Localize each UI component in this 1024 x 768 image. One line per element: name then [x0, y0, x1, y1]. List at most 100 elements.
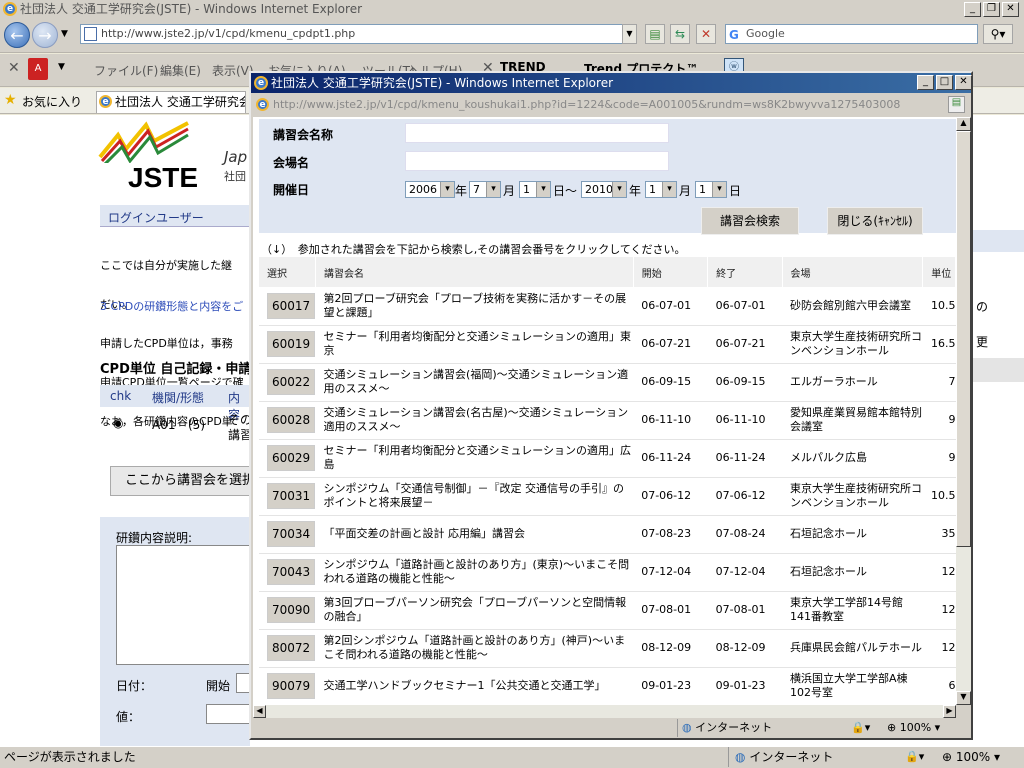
popup-security-icon[interactable]: 🔒▾	[851, 719, 870, 737]
search-input[interactable]: G Google	[725, 24, 978, 44]
menu-file[interactable]: ファイル(F)	[94, 62, 158, 79]
from-year-select[interactable]: 2006	[405, 181, 455, 198]
to-year-select[interactable]: 2010	[581, 181, 627, 198]
to-day-select[interactable]: 1	[695, 181, 727, 198]
course-name-input[interactable]	[405, 123, 669, 143]
course-code-button[interactable]: 70031	[267, 483, 316, 509]
search-button[interactable]: ⚲▾	[983, 24, 1013, 44]
venue-cell: 石垣記念ホール	[782, 515, 923, 554]
from-day-select[interactable]: 1	[519, 181, 551, 198]
row-radio[interactable]: ◉	[113, 416, 123, 430]
units-cell: 9	[948, 451, 956, 464]
course-name-cell: 「平面交差の計画と設計 応用編」講習会	[323, 527, 525, 540]
course-code-button[interactable]: 70034	[267, 521, 316, 547]
to-month-select[interactable]: 1	[645, 181, 677, 198]
address-dropdown-icon[interactable]: ▼	[622, 24, 637, 44]
close-cancel-button[interactable]: 閉じる(ｷｬﾝｾﾙ)	[827, 207, 923, 235]
course-code-button[interactable]: 60019	[267, 331, 316, 357]
popup-vertical-scrollbar[interactable]: ▲ ▼	[956, 117, 971, 705]
course-code-button[interactable]: 90079	[267, 673, 316, 699]
refresh-icon[interactable]: ⇆	[670, 24, 690, 44]
year-unit: 年	[455, 184, 468, 198]
stop-icon[interactable]: ✕	[696, 24, 716, 44]
popup-address-icon: e	[256, 98, 269, 111]
month-unit: 月	[679, 184, 692, 198]
course-code-button[interactable]: 60022	[267, 369, 316, 395]
favorites-star-icon[interactable]: ★	[4, 92, 17, 108]
search-course-button[interactable]: 講習会検索	[701, 207, 799, 235]
compat-view-icon[interactable]: ▤	[645, 24, 665, 44]
scroll-thumb[interactable]	[956, 131, 971, 547]
description-textarea[interactable]	[116, 545, 250, 665]
close-button[interactable]: ✕	[1002, 2, 1019, 17]
outer-zoom[interactable]: ⊕ 100% ▾	[942, 747, 1000, 767]
scroll-left-icon[interactable]: ◀	[253, 705, 266, 718]
course-code-button[interactable]: 60028	[267, 407, 316, 433]
menu-edit[interactable]: 編集(E)	[160, 62, 201, 79]
back-button[interactable]: ←	[4, 22, 30, 48]
tab-jste[interactable]: e 社団法人 交通工学研究会(JSTE)	[96, 91, 246, 113]
outer-security-icon[interactable]: 🔒▾	[905, 747, 924, 767]
course-code-button[interactable]: 70043	[267, 559, 316, 585]
popup-zoom[interactable]: ⊕ 100% ▾	[887, 719, 940, 737]
date-label: 開催日	[273, 183, 310, 197]
start-date-cell: 06-07-01	[633, 287, 708, 326]
scroll-down-icon[interactable]: ▼	[956, 691, 971, 705]
address-text: http://www.jste2.jp/v1/cpd/kmenu_cpdpt1.…	[101, 27, 356, 40]
address-bar[interactable]: http://www.jste2.jp/v1/cpd/kmenu_cpdpt1.…	[80, 24, 637, 44]
popup-maximize-button[interactable]: □	[936, 75, 953, 90]
venue-cell: 兵庫県民会館パルテホール	[790, 641, 923, 654]
course-code-button[interactable]: 70090	[267, 597, 316, 623]
venue-input[interactable]	[405, 151, 669, 171]
end-date-cell: 07-06-12	[715, 489, 766, 502]
pdf-dropdown-icon[interactable]: ▼	[58, 62, 65, 72]
scroll-up-icon[interactable]: ▲	[956, 117, 971, 131]
forward-button[interactable]: →	[32, 22, 58, 48]
venue-cell: メルパルク広島	[782, 439, 923, 478]
venue-cell: 兵庫県民会館パルテホール	[782, 629, 923, 668]
course-code-button[interactable]: 60017	[267, 292, 316, 319]
venue-cell: 東京大学生産技術研究所コンベンションホール	[782, 325, 923, 364]
course-code-cell: 80072	[259, 629, 316, 668]
description-label: 研鑽内容説明:	[116, 531, 193, 545]
menu-view[interactable]: 表示(V)	[212, 62, 254, 79]
col-end: 終了	[707, 257, 783, 287]
course-name-cell: 「平面交差の計画と設計 応用編」講習会	[315, 515, 634, 554]
course-code-button[interactable]: 60029	[267, 445, 316, 471]
course-code-button[interactable]: 80072	[267, 635, 316, 661]
popup-minimize-button[interactable]: _	[917, 75, 934, 90]
favorites-label[interactable]: お気に入り	[22, 93, 82, 110]
from-day-value: 1	[523, 183, 530, 196]
venue-cell: 東京大学生産技術研究所コンベンションホール	[790, 330, 923, 357]
start-date-field[interactable]	[236, 673, 250, 693]
history-dropdown-icon[interactable]: ▼	[61, 29, 68, 39]
select-course-button[interactable]: ここから講習会を選択	[110, 466, 255, 496]
popup-address-bar[interactable]: e http://www.jste2.jp/v1/cpd/kmenu_koush…	[253, 95, 953, 115]
close-tab-icon[interactable]: ✕	[8, 60, 20, 76]
venue-cell: 東京大学生産技術研究所コンベンションホール	[790, 482, 923, 509]
end-date-cell: 08-12-09	[715, 641, 766, 654]
course-name-cell: シンポジウム「道路計画と設計のあり方」(東京)～いまこそ問われる道路の機能と性能…	[323, 558, 630, 585]
popup-compat-icon[interactable]: ▤	[948, 96, 965, 113]
minimize-button[interactable]: _	[964, 2, 981, 17]
maximize-button[interactable]: ❐	[983, 2, 1000, 17]
end-date-cell: 07-08-24	[707, 515, 783, 554]
from-month-select[interactable]: 7	[469, 181, 501, 198]
instructions-text: （↓） 参加された講習会を下記から検索し,その講習会番号をクリックしてください。	[261, 243, 686, 256]
venue-cell: エルガーラホール	[790, 375, 878, 388]
venue-cell: 東京大学生産技術研究所コンベンションホール	[782, 477, 923, 516]
course-name-cell: 第2回プローブ研究会「プローブ技術を実務に活かす－その展望と課題」	[323, 291, 627, 319]
value-label: 値：	[116, 710, 141, 724]
value-field[interactable]	[206, 704, 250, 724]
outer-status-bar: ページが表示されました ◍ インターネット 🔒▾ ⊕ 100% ▾	[0, 746, 1024, 768]
pdf-icon[interactable]: A	[28, 58, 48, 80]
popup-close-button[interactable]: ✕	[955, 75, 972, 90]
units-cell: 7	[922, 363, 956, 402]
scroll-right-icon[interactable]: ▶	[943, 705, 956, 718]
cpd-link[interactable]: 3 CPDの研鑽形態と内容をご	[100, 298, 243, 314]
course-name-cell: セミナー「利用者均衡配分と交通シミュレーションの適用」東京	[315, 325, 634, 364]
popup-globe-icon: ◍	[682, 721, 692, 734]
popup-horizontal-scrollbar[interactable]: ◀ ▶	[253, 705, 956, 718]
date-label: 日付：	[116, 679, 153, 693]
col-course-name: 講習会名	[315, 257, 634, 287]
